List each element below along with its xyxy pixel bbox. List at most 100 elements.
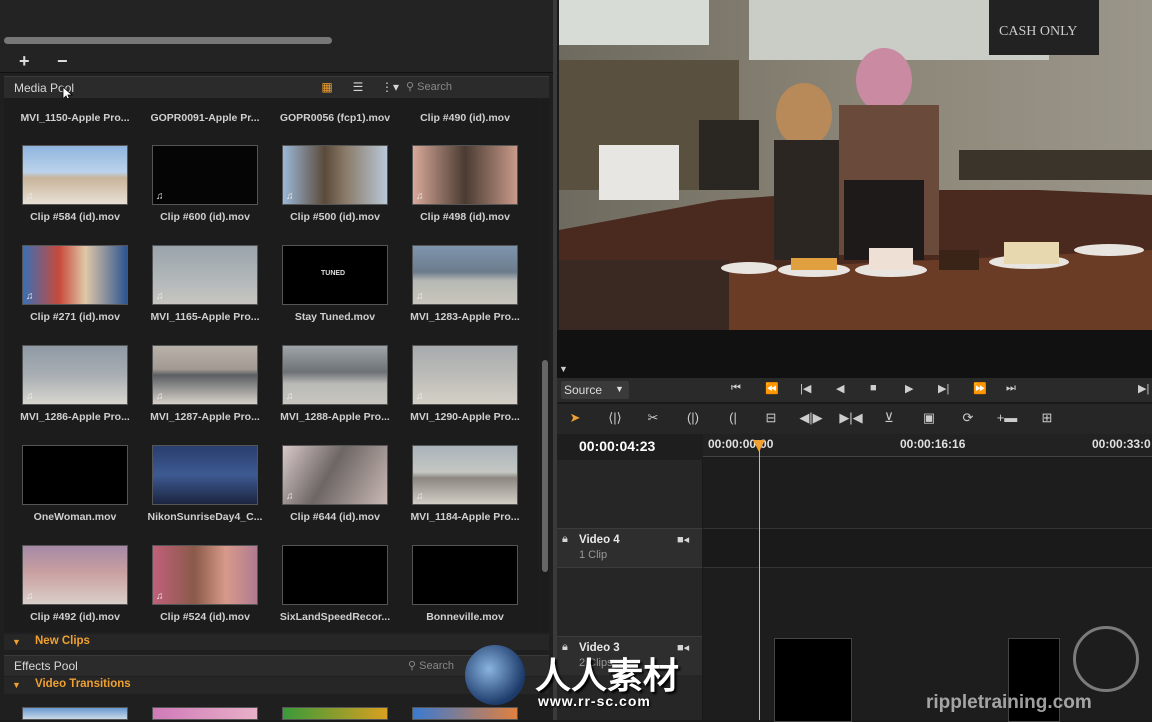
- clip-item[interactable]: ♫ MVI_1184-Apple Pro...: [394, 445, 524, 545]
- clip-name[interactable]: Clip #490 (id).mov: [394, 112, 536, 124]
- clip-item[interactable]: TUNED Stay Tuned.mov: [264, 245, 394, 345]
- clip-item[interactable]: ♫ Clip #600 (id).mov: [134, 145, 264, 245]
- clip-name[interactable]: MVI_1150-Apple Pro...: [4, 112, 146, 124]
- clip-thumbnail[interactable]: ♫: [282, 345, 388, 405]
- clip-item[interactable]: ♫ MVI_1165-Apple Pro...: [134, 245, 264, 345]
- track-name: Video 4: [579, 534, 620, 546]
- clip-item[interactable]: ♫ MVI_1287-Apple Pro...: [134, 345, 264, 445]
- lock-icon[interactable]: 🔒︎: [562, 533, 568, 546]
- razor-tool-icon[interactable]: ✂: [640, 410, 666, 428]
- thumbnail-view-icon[interactable]: ▦: [317, 80, 337, 94]
- clip-name: MVI_1286-Apple Pro...: [20, 411, 130, 423]
- clip-thumbnail[interactable]: ♫: [22, 245, 128, 305]
- trim-tool-icon[interactable]: ⟨|⟩: [602, 410, 628, 428]
- selection-tool-icon[interactable]: ➤: [562, 410, 588, 428]
- source-dropdown[interactable]: Source ▼: [561, 381, 629, 399]
- effects-search[interactable]: ⚲ Search: [408, 659, 454, 672]
- go-to-start-icon[interactable]: ⏮: [731, 382, 741, 395]
- play-icon[interactable]: ▶: [905, 382, 913, 395]
- play-reverse-icon[interactable]: ◀: [836, 382, 844, 395]
- clip-name[interactable]: GOPR0091-Apple Pr...: [134, 112, 276, 124]
- collapse-triangle-icon[interactable]: ▼: [12, 680, 21, 690]
- clip-item[interactable]: ♫ MVI_1283-Apple Pro...: [394, 245, 524, 345]
- track-lane-video-4[interactable]: [703, 528, 1152, 568]
- clip-thumbnail[interactable]: [22, 445, 128, 505]
- clip-name[interactable]: GOPR0056 (fcp1).mov: [264, 112, 406, 124]
- clip-thumbnail[interactable]: [282, 545, 388, 605]
- clip-item[interactable]: ♫ MVI_1288-Apple Pro...: [264, 345, 394, 445]
- add-bin-button[interactable]: +: [19, 51, 30, 72]
- next-frame-icon[interactable]: ▶|: [938, 382, 949, 395]
- playhead-line[interactable]: [759, 444, 760, 720]
- slip-tool-icon[interactable]: (|): [680, 410, 706, 428]
- clip-item[interactable]: ♫ MVI_1286-Apple Pro...: [4, 345, 134, 445]
- clip-item[interactable]: OneWoman.mov: [4, 445, 134, 545]
- transition-thumbnail[interactable]: [22, 707, 128, 720]
- clip-item[interactable]: SixLandSpeedRecor...: [264, 545, 394, 632]
- clip-thumbnail[interactable]: ♫: [282, 445, 388, 505]
- clip-thumbnail[interactable]: [152, 445, 258, 505]
- jog-marker-icon[interactable]: ▼: [559, 364, 568, 374]
- transition-thumbnail[interactable]: [282, 707, 388, 720]
- snapping-icon[interactable]: ⊟: [758, 410, 784, 428]
- clip-thumbnail[interactable]: ♫: [152, 545, 258, 605]
- watermark-url: www.rr-sc.com: [538, 693, 651, 709]
- zoom-out-icon[interactable]: ⊞: [1034, 410, 1060, 428]
- collapse-triangle-icon[interactable]: ▼: [12, 637, 21, 647]
- clip-thumbnail[interactable]: [412, 545, 518, 605]
- clip-item[interactable]: ♫ MVI_1290-Apple Pro...: [394, 345, 524, 445]
- remove-bin-button[interactable]: −: [57, 51, 68, 72]
- horizontal-scrollbar[interactable]: [4, 37, 332, 44]
- rewind-icon[interactable]: ⏪: [765, 382, 779, 395]
- clip-grid: MVI_1150-Apple Pro... GOPR0091-Apple Pr.…: [4, 98, 539, 632]
- clip-thumbnail[interactable]: ♫: [412, 445, 518, 505]
- timeline-clip[interactable]: [774, 638, 852, 722]
- clip-thumbnail[interactable]: ♫: [412, 345, 518, 405]
- list-view-icon[interactable]: ☰: [348, 80, 368, 94]
- overwrite-clip-icon[interactable]: ▣: [916, 410, 942, 428]
- stop-icon[interactable]: ■: [870, 382, 877, 394]
- clip-item[interactable]: ♫ Clip #498 (id).mov: [394, 145, 524, 245]
- fast-forward-icon[interactable]: ⏩: [973, 382, 987, 395]
- clip-thumbnail[interactable]: ♫: [22, 145, 128, 205]
- source-label: Source: [564, 383, 603, 397]
- ripple-icon[interactable]: ◀|▶: [798, 410, 824, 428]
- clip-item[interactable]: NikonSunriseDay4_C...: [134, 445, 264, 545]
- roll-icon[interactable]: ▶|◀: [838, 410, 864, 428]
- audio-icon: ♫: [156, 291, 164, 302]
- clip-thumbnail[interactable]: ♫: [152, 145, 258, 205]
- clip-thumbnail[interactable]: ♫: [22, 345, 128, 405]
- sort-options-icon[interactable]: ⋮▾: [378, 80, 402, 94]
- track-header-video-4[interactable]: 🔒︎ Video 4 1 Clip ■◂: [557, 528, 702, 568]
- clip-thumbnail[interactable]: ♫: [22, 545, 128, 605]
- zoom-in-icon[interactable]: +▬: [994, 410, 1020, 428]
- video-camera-icon[interactable]: ■◂: [677, 533, 689, 546]
- clip-thumbnail[interactable]: TUNED: [282, 245, 388, 305]
- audio-icon: ♫: [156, 191, 164, 202]
- replace-clip-icon[interactable]: ⟳: [955, 410, 981, 428]
- clip-thumbnail[interactable]: ♫: [412, 245, 518, 305]
- transition-thumbnail[interactable]: [152, 707, 258, 720]
- go-to-end-icon[interactable]: ⏭: [1006, 382, 1016, 395]
- clip-thumbnail[interactable]: ♫: [282, 145, 388, 205]
- clip-thumbnail[interactable]: ♫: [412, 145, 518, 205]
- clip-thumbnail[interactable]: ♫: [152, 245, 258, 305]
- clip-item[interactable]: ♫ Clip #500 (id).mov: [264, 145, 394, 245]
- timecode-value: 00:00:04:23: [579, 438, 656, 454]
- media-pool-search[interactable]: ⚲ Search: [406, 80, 544, 95]
- clip-item[interactable]: ♫ Clip #644 (id).mov: [264, 445, 394, 545]
- loop-icon[interactable]: ▶|: [1138, 382, 1149, 395]
- clip-item[interactable]: ♫ Clip #271 (id).mov: [4, 245, 134, 345]
- clip-item[interactable]: ♫ Clip #584 (id).mov: [4, 145, 134, 245]
- clip-item[interactable]: ♫ Clip #524 (id).mov: [134, 545, 264, 632]
- previous-frame-icon[interactable]: |◀: [800, 382, 811, 395]
- clip-thumbnail[interactable]: ♫: [152, 345, 258, 405]
- insert-clip-icon[interactable]: ⊻: [876, 410, 902, 428]
- clip-item[interactable]: ♫ Clip #492 (id).mov: [4, 545, 134, 632]
- source-viewer[interactable]: CASH ONLY: [559, 0, 1152, 330]
- audio-icon: ♫: [156, 391, 164, 402]
- vertical-scrollbar[interactable]: [542, 360, 548, 572]
- dynamic-trim-icon[interactable]: (|: [720, 410, 746, 428]
- timeline-timecode[interactable]: 00:00:04:23: [557, 434, 703, 460]
- clip-item[interactable]: Bonneville.mov: [394, 545, 524, 632]
